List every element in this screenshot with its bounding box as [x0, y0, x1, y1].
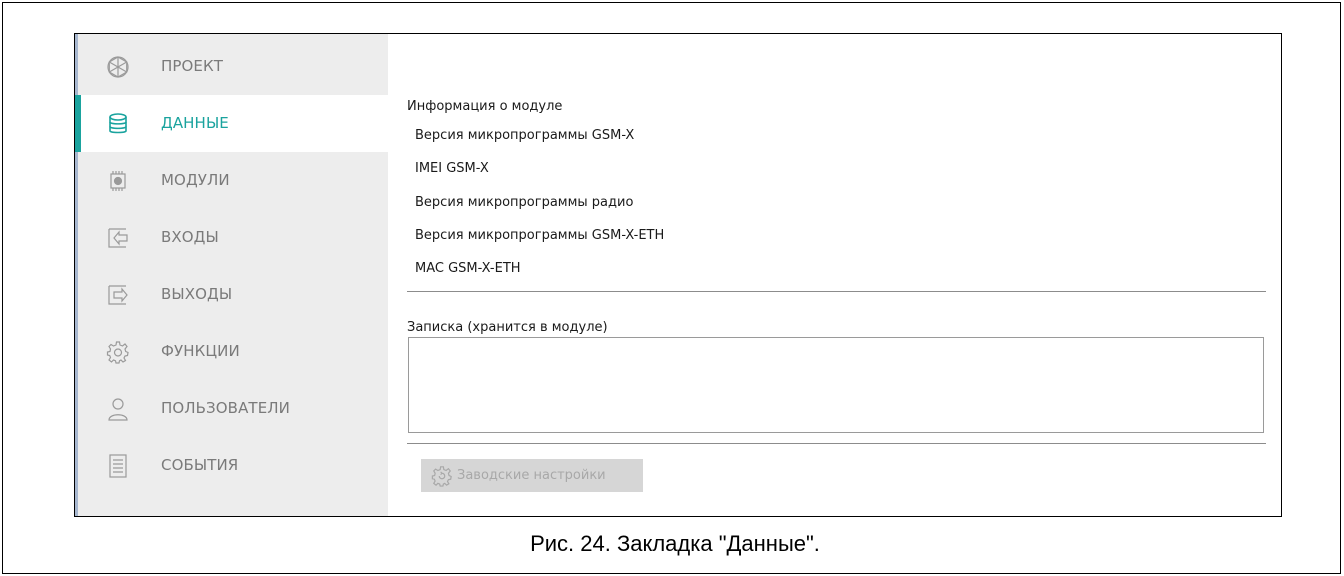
main-content: Информация о модуле Версия микропрограмм… — [388, 34, 1281, 516]
active-indicator — [75, 95, 81, 152]
figure-caption: Рис. 24. Закладка "Данные". — [530, 531, 820, 556]
sidebar-item-functions[interactable]: ФУНКЦИИ — [78, 323, 388, 380]
sidebar-item-label: МОДУЛИ — [161, 171, 230, 189]
sidebar-item-label: ПРОЕКТ — [161, 57, 224, 75]
sidebar-item-project[interactable]: ПРОЕКТ — [78, 38, 388, 95]
info-row-mac: MAC GSM-X-ETH — [415, 261, 521, 276]
gear-icon — [106, 339, 130, 365]
note-label: Записка (хранится в модуле) — [407, 320, 608, 335]
sidebar-item-modules[interactable]: МОДУЛИ — [78, 152, 388, 209]
user-icon — [106, 396, 130, 422]
module-info-title: Информация о модуле — [407, 99, 563, 114]
note-textarea[interactable] — [408, 337, 1264, 433]
sidebar-item-label: ДАННЫЕ — [161, 114, 229, 132]
output-arrow-icon — [106, 282, 130, 308]
factory-settings-button[interactable]: Заводские настройки — [421, 459, 643, 492]
info-row-gsm-firmware: Версия микропрограммы GSM-X — [415, 128, 635, 143]
sidebar-item-data[interactable]: ДАННЫЕ — [75, 95, 388, 152]
sidebar-item-label: ПОЛЬЗОВАТЕЛИ — [161, 399, 290, 417]
sidebar-item-inputs[interactable]: ВХОДЫ — [78, 209, 388, 266]
database-icon — [106, 111, 130, 137]
info-row-imei: IMEI GSM-X — [415, 161, 489, 176]
sidebar-item-label: ВЫХОДЫ — [161, 285, 233, 303]
divider — [407, 291, 1266, 292]
input-arrow-icon — [106, 225, 130, 251]
sidebar: ПРОЕКТ ДАННЫЕ МОДУЛИ ВХОДЫ ВЫХОДЫ ФУНКЦИ… — [75, 34, 388, 516]
sidebar-item-label: СОБЫТИЯ — [161, 456, 239, 474]
reset-gear-icon — [431, 465, 452, 487]
factory-settings-label: Заводские настройки — [457, 468, 606, 483]
sidebar-item-outputs[interactable]: ВЫХОДЫ — [78, 266, 388, 323]
info-row-radio-firmware: Версия микропрограммы радио — [415, 195, 634, 210]
sidebar-item-events[interactable]: СОБЫТИЯ — [78, 437, 388, 494]
info-row-eth-firmware: Версия микропрограммы GSM-X-ETH — [415, 228, 665, 243]
event-log-icon — [106, 453, 130, 479]
sidebar-item-label: ВХОДЫ — [161, 228, 219, 246]
app-window: ПРОЕКТ ДАННЫЕ МОДУЛИ ВХОДЫ ВЫХОДЫ ФУНКЦИ… — [74, 33, 1282, 517]
module-chip-icon — [106, 168, 130, 194]
figure-frame: ПРОЕКТ ДАННЫЕ МОДУЛИ ВХОДЫ ВЫХОДЫ ФУНКЦИ… — [2, 2, 1341, 574]
project-icon — [106, 54, 130, 80]
sidebar-item-users[interactable]: ПОЛЬЗОВАТЕЛИ — [78, 380, 388, 437]
sidebar-item-label: ФУНКЦИИ — [161, 342, 240, 360]
divider — [407, 443, 1266, 444]
